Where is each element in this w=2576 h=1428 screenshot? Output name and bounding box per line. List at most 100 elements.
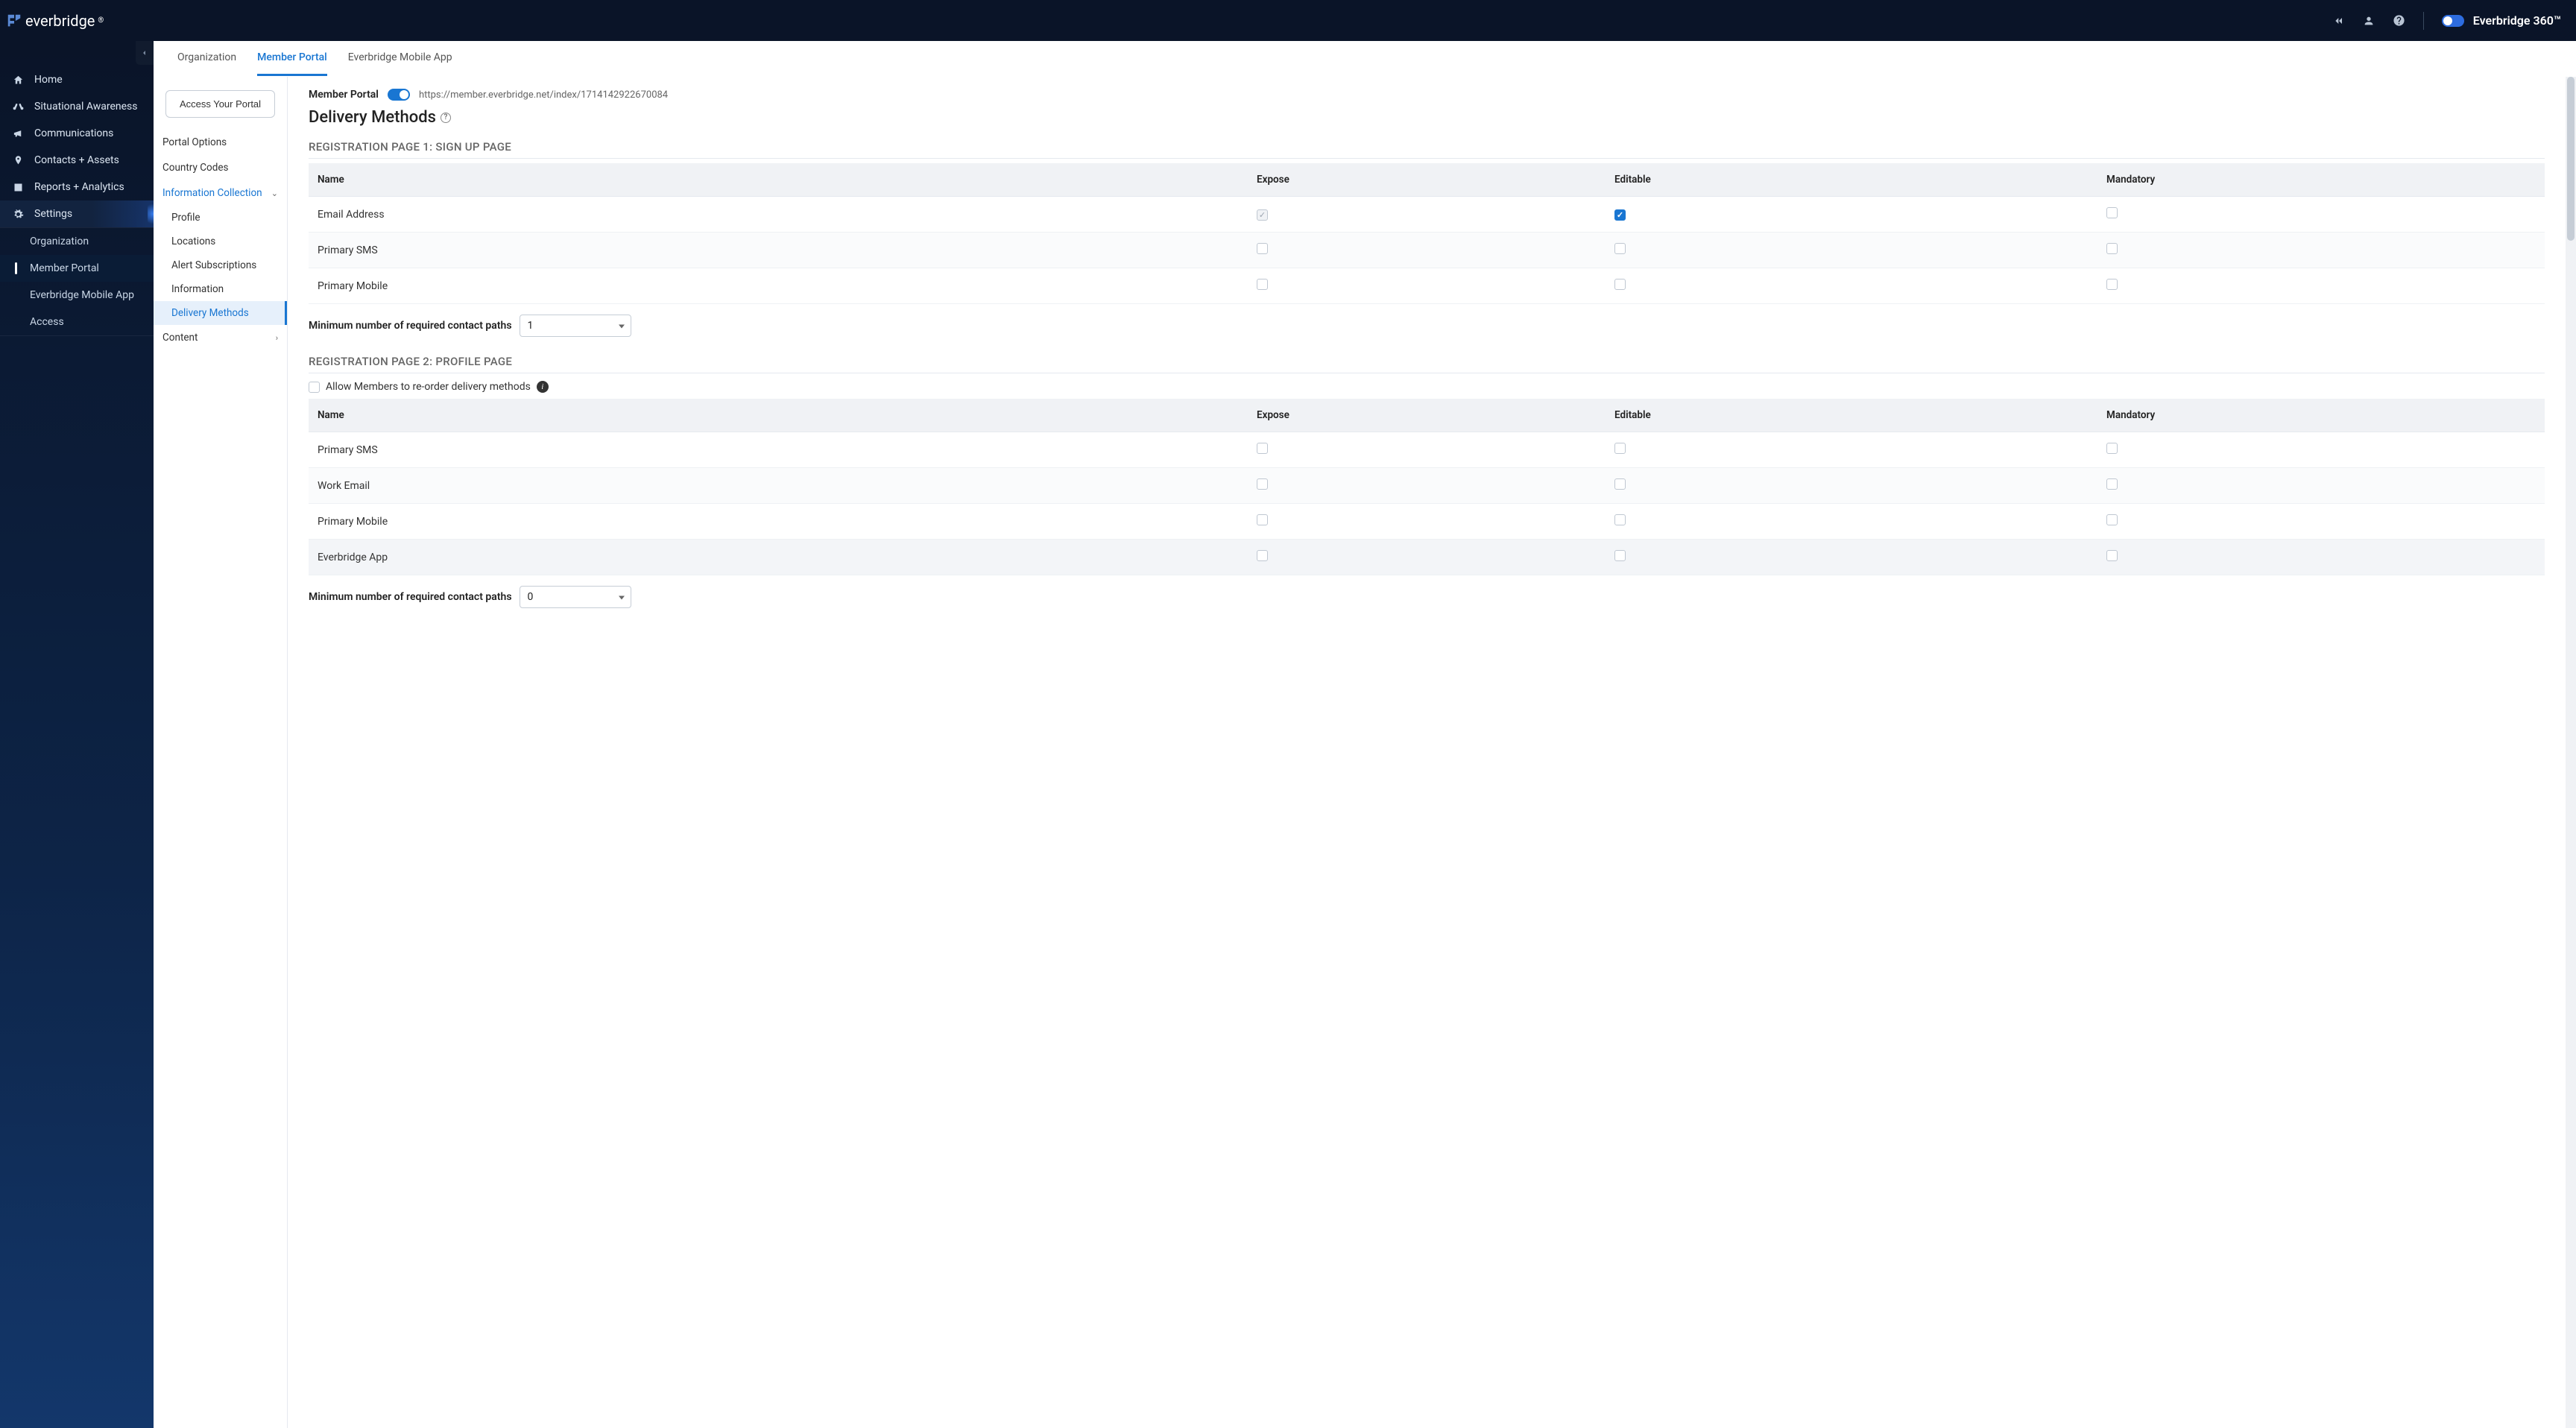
sidebar-collapse-icon[interactable] [136, 41, 154, 65]
collapse-panels-icon[interactable] [2333, 15, 2345, 27]
nav-situational-awareness[interactable]: Situational Awareness [0, 93, 154, 120]
expose-checkbox[interactable] [1257, 514, 1268, 525]
info-icon[interactable]: i [537, 381, 549, 393]
expose-checkbox[interactable] [1257, 279, 1268, 290]
expose-checkbox[interactable] [1257, 243, 1268, 254]
cell-expose [1248, 540, 1606, 575]
user-icon[interactable] [2363, 15, 2375, 27]
mandatory-checkbox[interactable] [2106, 243, 2118, 254]
subnav-member-portal[interactable]: Member Portal [0, 255, 154, 282]
cell-mandatory [2097, 432, 2545, 468]
cell-editable [1606, 197, 2097, 233]
brand-text: everbridge [25, 12, 95, 30]
cell-expose [1248, 468, 1606, 504]
brand-logo[interactable]: everbridge® [6, 12, 104, 30]
tree-delivery-methods[interactable]: Delivery Methods [154, 301, 287, 325]
cell-editable [1606, 233, 2097, 268]
cell-editable [1606, 468, 2097, 504]
editable-checkbox[interactable] [1614, 209, 1626, 221]
cell-mandatory [2097, 233, 2545, 268]
min-paths-row-1: Minimum number of required contact paths… [309, 315, 2545, 337]
subnav-access[interactable]: Access [0, 309, 154, 336]
cell-expose [1248, 504, 1606, 540]
expose-checkbox[interactable] [1257, 550, 1268, 561]
table-row: Primary Mobile [309, 268, 2545, 304]
brand-360-label: Everbridge 360™ [2473, 13, 2561, 28]
nav-reports-analytics[interactable]: Reports + Analytics [0, 174, 154, 200]
binoculars-icon [12, 101, 24, 113]
editable-checkbox[interactable] [1614, 550, 1626, 561]
tree-profile[interactable]: Profile [154, 206, 287, 230]
min-paths-label-2: Minimum number of required contact paths [309, 591, 512, 603]
mandatory-checkbox[interactable] [2106, 514, 2118, 525]
member-portal-toggle[interactable] [388, 89, 410, 101]
min-paths-row-2: Minimum number of required contact paths… [309, 586, 2545, 608]
min-paths-select-2[interactable]: 0 [520, 586, 631, 608]
mandatory-checkbox[interactable] [2106, 478, 2118, 490]
editable-checkbox[interactable] [1614, 443, 1626, 454]
mandatory-checkbox[interactable] [2106, 207, 2118, 218]
nav-home[interactable]: Home [0, 66, 154, 93]
access-your-portal-button[interactable]: Access Your Portal [165, 90, 275, 118]
min-paths-label-1: Minimum number of required contact paths [309, 320, 512, 332]
topbar-right: Everbridge 360™ [2333, 12, 2561, 30]
portal-tree: Access Your Portal Portal Options Countr… [154, 77, 288, 1428]
scrollbar[interactable] [2566, 77, 2576, 1428]
help-tooltip-icon[interactable]: ? [441, 113, 451, 123]
content-area: Member Portal https://member.everbridge.… [288, 77, 2566, 1428]
table-row: Primary Mobile [309, 504, 2545, 540]
megaphone-icon [12, 128, 24, 139]
nav-label: Home [34, 74, 63, 86]
subnav-everbridge-mobile-app[interactable]: Everbridge Mobile App [0, 282, 154, 309]
cell-expose [1248, 432, 1606, 468]
table-row: Email Address [309, 197, 2545, 233]
nav-label: Situational Awareness [34, 101, 138, 113]
tree-information-collection[interactable]: Information Collection ⌄ [154, 180, 287, 206]
cell-mandatory [2097, 468, 2545, 504]
tab-member-portal[interactable]: Member Portal [257, 41, 327, 76]
help-icon[interactable] [2393, 14, 2405, 27]
brand-360-toggle[interactable] [2442, 15, 2464, 27]
cell-name: Primary Mobile [309, 504, 1248, 540]
min-paths-select-1[interactable]: 1 [520, 315, 631, 337]
nav-communications[interactable]: Communications [0, 120, 154, 147]
cell-mandatory [2097, 504, 2545, 540]
topbar: everbridge® Everbridge 360™ [0, 0, 2576, 41]
col-expose: Expose [1248, 399, 1606, 432]
tree-locations[interactable]: Locations [154, 230, 287, 253]
nav-contacts-assets[interactable]: Contacts + Assets [0, 147, 154, 174]
tab-everbridge-mobile-app[interactable]: Everbridge Mobile App [348, 41, 452, 76]
nav-label: Reports + Analytics [34, 181, 124, 193]
subnav-organization[interactable]: Organization [0, 228, 154, 255]
cell-editable [1606, 268, 2097, 304]
chevron-down-icon: ⌄ [271, 189, 278, 198]
logo-area: everbridge® [6, 0, 104, 41]
mandatory-checkbox[interactable] [2106, 279, 2118, 290]
cell-name: Primary SMS [309, 432, 1248, 468]
editable-checkbox[interactable] [1614, 243, 1626, 254]
reorder-checkbox[interactable] [309, 382, 320, 393]
mandatory-checkbox[interactable] [2106, 550, 2118, 561]
expose-checkbox[interactable] [1257, 443, 1268, 454]
editable-checkbox[interactable] [1614, 478, 1626, 490]
tree-portal-options[interactable]: Portal Options [154, 130, 287, 155]
col-editable: Editable [1606, 163, 2097, 197]
settings-tabs: Organization Member Portal Everbridge Mo… [154, 41, 2576, 77]
brand-360-switch[interactable]: Everbridge 360™ [2442, 13, 2561, 28]
nav-label: Settings [34, 208, 72, 220]
member-portal-label: Member Portal [309, 89, 379, 101]
expose-checkbox[interactable] [1257, 478, 1268, 490]
profile-table: Name Expose Editable Mandatory Primary S… [309, 399, 2545, 575]
cell-expose [1248, 197, 1606, 233]
nav-settings[interactable]: Settings [0, 200, 154, 227]
tree-country-codes[interactable]: Country Codes [154, 155, 287, 180]
tree-alert-subscriptions[interactable]: Alert Subscriptions [154, 253, 287, 277]
mandatory-checkbox[interactable] [2106, 443, 2118, 454]
editable-checkbox[interactable] [1614, 279, 1626, 290]
cell-editable [1606, 540, 2097, 575]
chevron-right-icon: › [276, 333, 278, 343]
tab-organization[interactable]: Organization [177, 41, 236, 76]
tree-information[interactable]: Information [154, 277, 287, 301]
tree-content[interactable]: Content › [154, 325, 287, 350]
editable-checkbox[interactable] [1614, 514, 1626, 525]
